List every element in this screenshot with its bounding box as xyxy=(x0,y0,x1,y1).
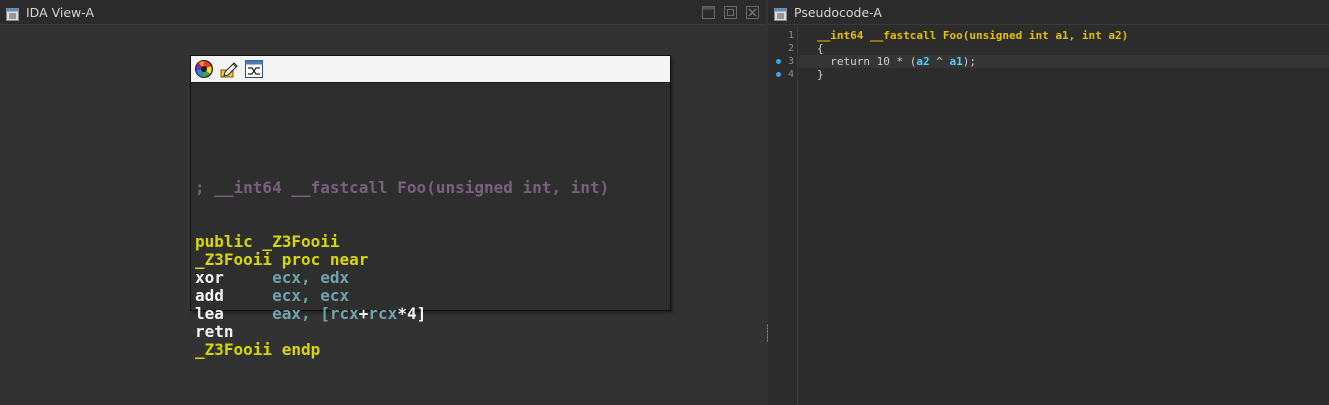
ida-view-tab[interactable]: IDA View-A xyxy=(0,0,766,25)
listing-icon xyxy=(6,6,19,21)
asm-token: rcx xyxy=(368,304,398,323)
ida-view-pane[interactable]: IDA View-A ; __int64 __fastcall Foo(unsi… xyxy=(0,0,766,405)
line-number: 1 xyxy=(787,30,794,41)
line-number: 2 xyxy=(787,43,794,54)
asm-token: ecx, ecx xyxy=(272,286,350,305)
asm-line[interactable]: _Z3Fooii endp xyxy=(195,341,609,359)
function-comment: ; __int64 __fastcall Foo(unsigned int, i… xyxy=(195,178,610,197)
code-token: ^ xyxy=(929,55,950,68)
asm-line[interactable]: retn xyxy=(195,323,609,341)
minimize-icon[interactable] xyxy=(701,5,716,20)
asm-token: *4] xyxy=(397,304,427,323)
asm-token: xor xyxy=(195,268,273,287)
asm-line[interactable]: public _Z3Fooii xyxy=(195,233,609,251)
breakpoint-dot-icon[interactable] xyxy=(776,72,781,77)
code-token: __int64 __fastcall Foo(unsigned int a1, … xyxy=(817,29,1129,42)
disassembly-listing[interactable]: ; __int64 __fastcall Foo(unsigned int, i… xyxy=(195,143,609,395)
asm-token: rcx xyxy=(329,304,359,323)
maximize-icon[interactable] xyxy=(723,5,738,20)
close-icon[interactable] xyxy=(745,5,760,20)
asm-token: _Z3Fooii endp xyxy=(195,340,321,359)
asm-line[interactable]: xor ecx, edx xyxy=(195,269,609,287)
pseudocode-line[interactable]: } xyxy=(817,68,824,81)
pseudocode-line[interactable]: __int64 __fastcall Foo(unsigned int a1, … xyxy=(817,29,1128,42)
asm-token: public _Z3Fooii xyxy=(195,232,340,251)
color-palette-icon[interactable] xyxy=(194,59,214,79)
asm-token: + xyxy=(358,304,369,323)
edit-pencil-icon[interactable] xyxy=(219,59,239,79)
code-token: return 10 * ( xyxy=(817,55,917,68)
asm-token: eax, [ xyxy=(272,304,330,323)
variable-token[interactable]: a2 xyxy=(916,55,929,68)
ida-view-title: IDA View-A xyxy=(26,4,95,20)
asm-token: retn xyxy=(195,322,234,341)
line-number-gutter[interactable]: 1 2 3 4 xyxy=(768,26,798,405)
node-header xyxy=(191,56,670,83)
asm-line[interactable]: lea eax, [rcx+rcx*4] xyxy=(195,305,609,323)
breakpoint-dot-icon[interactable] xyxy=(776,59,781,64)
pseudocode-line[interactable]: return 10 * (a2 ^ a1); xyxy=(817,55,976,68)
asm-token: add xyxy=(195,286,273,305)
code-token: ); xyxy=(962,55,976,68)
ida-workspace: IDA View-A ; __int64 __fastcall Foo(unsi… xyxy=(0,0,1329,405)
line-number: 4 xyxy=(787,69,794,80)
pseudocode-tab[interactable]: Pseudocode-A xyxy=(768,0,1329,25)
pseudocode-pane[interactable]: Pseudocode-A 1 2 3 4 __int64 __fastcall Foo… xyxy=(768,0,1329,405)
asm-token: ecx, edx xyxy=(272,268,350,287)
pseudocode-title: Pseudocode-A xyxy=(794,4,882,20)
window-controls xyxy=(701,5,760,20)
listing-icon xyxy=(774,6,787,21)
code-token: } xyxy=(817,68,824,81)
pseudocode-editor[interactable]: 1 2 3 4 __int64 __fastcall Foo(unsigned int… xyxy=(768,26,1329,405)
graph-node[interactable]: ; __int64 __fastcall Foo(unsigned int, i… xyxy=(190,55,671,359)
line-number: 3 xyxy=(787,56,794,67)
pseudocode-line[interactable]: { xyxy=(817,42,824,55)
graph-layout-icon[interactable] xyxy=(244,59,264,79)
code-token: { xyxy=(817,42,824,55)
asm-line[interactable]: _Z3Fooii proc near xyxy=(195,251,609,269)
asm-token: lea xyxy=(195,304,273,323)
variable-token[interactable]: a1 xyxy=(949,55,962,68)
asm-token: _Z3Fooii proc near xyxy=(195,250,369,269)
asm-line[interactable]: add ecx, ecx xyxy=(195,287,609,305)
